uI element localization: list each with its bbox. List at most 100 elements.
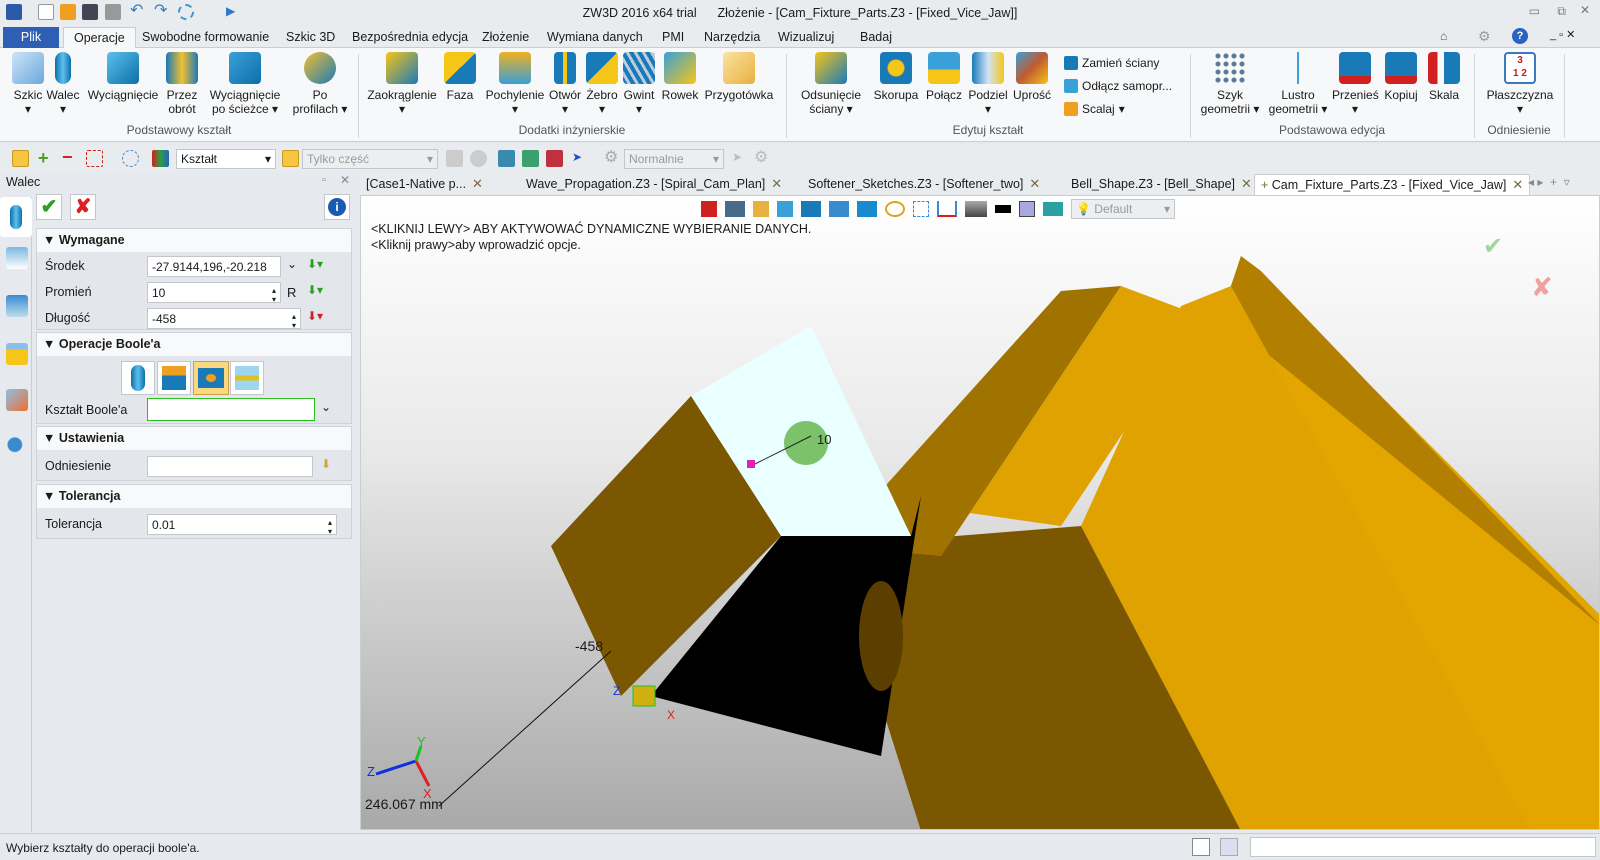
doc-tab[interactable]: Softener_Sketches.Z3 - [Softener_two] ✕ — [802, 174, 1046, 195]
tab-badaj[interactable]: Badaj — [850, 27, 902, 48]
kopiuj-button[interactable]: Kopiuj — [1380, 52, 1422, 102]
command-input[interactable] — [1250, 837, 1596, 857]
tab-narzedzia[interactable]: Narzędzia — [694, 27, 770, 48]
ok-button[interactable]: ✔ — [36, 194, 62, 220]
reference-input[interactable] — [147, 456, 313, 477]
close-tab-icon[interactable]: ✕ — [771, 176, 782, 191]
boolean-subtract-button[interactable] — [193, 361, 229, 395]
boolean-intersect-button[interactable] — [230, 361, 264, 395]
pick-radius-icon[interactable]: ⬇▾ — [307, 283, 323, 297]
panel-pin-button[interactable]: ▫ — [322, 174, 326, 186]
podziel-button[interactable]: Podziel ▾ — [966, 52, 1010, 116]
odsuniecie-sciany-button[interactable]: Odsunięcie ściany ▾ — [798, 52, 864, 116]
boolean-base-button[interactable] — [121, 361, 155, 395]
image-icon[interactable] — [6, 389, 28, 411]
scalaj-button[interactable]: Scalaj ▾ — [1064, 102, 1125, 116]
radius-input[interactable]: 10 ▴ ▾ — [147, 282, 281, 304]
doc-tab-active[interactable]: + Cam_Fixture_Parts.Z3 - [Fixed_Vice_Jaw… — [1254, 174, 1531, 195]
scope-select[interactable]: Tylko część ▾ — [302, 149, 438, 169]
tab-wizualizuj[interactable]: Wizualizuj — [768, 27, 844, 48]
pointer-icon[interactable]: ➤ — [732, 150, 749, 167]
close-tab-icon[interactable]: ✕ — [1241, 176, 1252, 191]
part-library-icon[interactable] — [6, 343, 28, 365]
tool-icon[interactable] — [446, 150, 463, 167]
minimize-button[interactable]: ▭ — [1529, 4, 1540, 18]
gear-icon[interactable]: ⚙ — [754, 150, 771, 167]
wyciagniecie-po-sciezce-button[interactable]: Wyciągnięcie po ścieżce ▾ — [206, 52, 284, 116]
cancel-button[interactable]: ✘ — [70, 194, 96, 220]
tab-pmi[interactable]: PMI — [652, 27, 694, 48]
close-button[interactable]: ✕ — [1580, 3, 1590, 17]
hierarchy-icon[interactable] — [6, 295, 28, 317]
odlacz-samopr-button[interactable]: Odłącz samopr... — [1064, 79, 1172, 93]
part-scope-icon[interactable] — [282, 150, 299, 167]
user-icon[interactable] — [6, 437, 28, 459]
walec-button[interactable]: Walec ▾ — [46, 52, 80, 116]
expand-chevron-icon[interactable]: ⌄ — [287, 257, 297, 271]
lustro-geometrii-button[interactable]: Lustro geometrii ▾ — [1266, 52, 1330, 116]
przez-obrot-button[interactable]: Przez obrót — [164, 52, 200, 116]
pointer-icon[interactable]: ➤ — [572, 150, 589, 167]
pick-cursor-icon[interactable] — [12, 150, 29, 167]
zamien-sciany-button[interactable]: Zamień ściany — [1064, 56, 1159, 70]
boolean-shape-input[interactable] — [147, 398, 315, 421]
wyciagniecie-button[interactable]: Wyciągnięcie — [86, 52, 160, 102]
remove-icon[interactable]: − — [62, 148, 79, 167]
doc-tab[interactable]: Bell_Shape.Z3 - [Bell_Shape] ✕ — [1065, 174, 1258, 195]
filter-icon[interactable] — [152, 150, 169, 167]
radius-suffix[interactable]: R — [287, 285, 296, 300]
filter-select[interactable]: Kształt ▾ — [176, 149, 276, 169]
przygotowka-button[interactable]: Przygotówka — [704, 52, 774, 102]
tab-operacje[interactable]: Operacje — [63, 27, 136, 48]
uprosc-button[interactable]: Uprość — [1012, 52, 1052, 102]
gear-icon[interactable]: ⚙ — [604, 150, 621, 167]
pick-reference-icon[interactable]: ⬇ — [321, 457, 331, 471]
tab-szkic-3d[interactable]: Szkic 3D — [276, 27, 345, 48]
skala-button[interactable]: Skala — [1426, 52, 1462, 102]
select-option-icon[interactable] — [546, 150, 563, 167]
faza-button[interactable]: Faza — [442, 52, 478, 102]
settings-gear-icon[interactable]: ⚙ — [1478, 28, 1491, 45]
section-header[interactable]: ▼ Wymagane — [37, 229, 351, 252]
przenies-button[interactable]: Przenieś ▾ — [1332, 52, 1379, 116]
polacz-button[interactable]: Połącz — [924, 52, 964, 102]
close-tab-icon[interactable]: ✕ — [1029, 176, 1040, 191]
tab-command[interactable] — [0, 197, 32, 237]
length-input[interactable]: -458 ▴ ▾ — [147, 308, 301, 330]
tab-zlozenie[interactable]: Złożenie — [472, 27, 539, 48]
tool-icon[interactable] — [470, 150, 487, 167]
plaszczyzna-button[interactable]: 3 1 2 Płaszczyzna ▾ — [1482, 52, 1558, 116]
panel-close-button[interactable]: ✕ — [340, 173, 350, 187]
restore-button[interactable]: ⧉ — [1557, 4, 1566, 19]
section-header[interactable]: ▼ Ustawienia — [37, 427, 351, 450]
szyk-geometrii-button[interactable]: Szyk geometrii ▾ — [1198, 52, 1262, 116]
info-button[interactable]: i — [324, 194, 350, 220]
mode-select[interactable]: Normalnie ▾ — [624, 149, 724, 169]
box-select-icon[interactable] — [86, 150, 103, 167]
po-profilach-button[interactable]: Po profilach ▾ — [290, 52, 350, 116]
tab-bezposrednia-edycja[interactable]: Bezpośrednia edycja — [342, 27, 478, 48]
expand-chevron-icon[interactable]: ⌄ — [321, 400, 331, 414]
section-header[interactable]: ▼ Operacje Boole'a — [37, 333, 351, 356]
section-header[interactable]: ▼ Tolerancja — [37, 485, 351, 508]
collapse-ribbon-icon[interactable]: ⌂ — [1440, 29, 1447, 43]
doc-tab[interactable]: [Case1-Native p... ✕ — [360, 174, 489, 195]
tab-swobodne-formowanie[interactable]: Swobodne formowanie — [132, 27, 279, 48]
select-option-icon[interactable] — [522, 150, 539, 167]
boolean-add-button[interactable] — [157, 361, 191, 395]
otwor-button[interactable]: Otwór ▾ — [546, 52, 584, 116]
zaokraglenie-button[interactable]: Zaokrąglenie ▾ — [366, 52, 438, 116]
command-line-toggle[interactable] — [1192, 838, 1210, 856]
doc-tab[interactable]: Wave_Propagation.Z3 - [Spiral_Cam_Plan] ✕ — [520, 174, 788, 195]
output-toggle[interactable] — [1220, 838, 1238, 856]
close-tab-icon[interactable]: ✕ — [1512, 177, 1523, 192]
lasso-icon[interactable] — [122, 150, 139, 167]
pick-length-icon[interactable]: ⬇▾ — [307, 309, 323, 323]
szkic-button[interactable]: Szkic ▾ — [8, 52, 48, 116]
assembly-tree-icon[interactable] — [6, 247, 28, 269]
help-icon[interactable]: ? — [1512, 28, 1528, 44]
gwint-button[interactable]: Gwint ▾ — [620, 52, 658, 116]
pick-point-icon[interactable]: ⬇▾ — [307, 257, 323, 271]
close-tab-icon[interactable]: ✕ — [472, 176, 483, 191]
tab-scroll-buttons[interactable]: ◂ ▸ + ▿ — [1528, 175, 1570, 189]
